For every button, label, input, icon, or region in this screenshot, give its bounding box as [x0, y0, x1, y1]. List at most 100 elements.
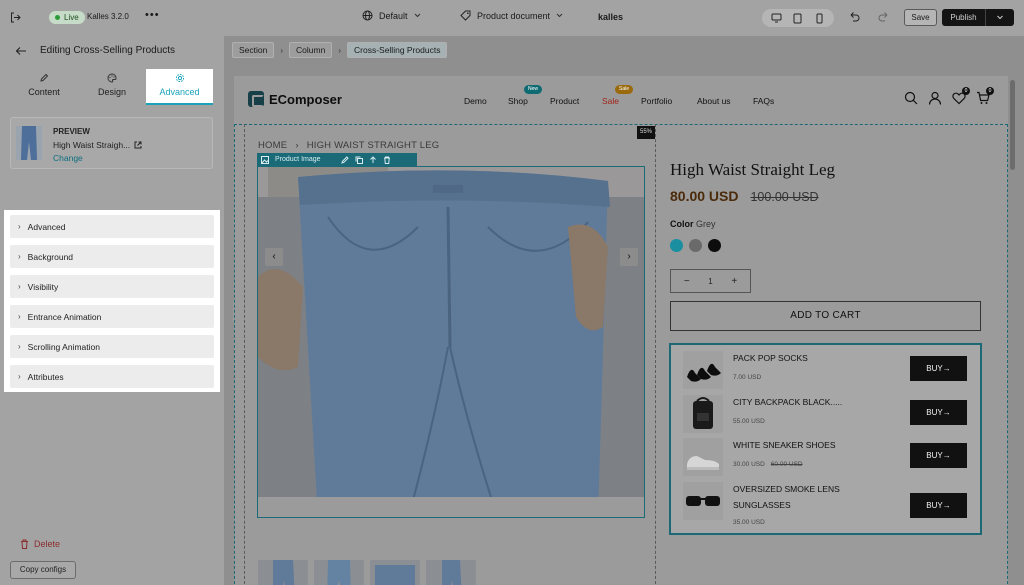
color-option-title: Color: [670, 219, 694, 229]
back-arrow-icon[interactable]: [10, 43, 32, 59]
color-swatch[interactable]: [670, 239, 683, 252]
tab-advanced-label: Advanced: [159, 87, 200, 97]
tab-content[interactable]: Content: [8, 69, 80, 105]
publish-button[interactable]: Publish: [942, 9, 986, 26]
cross-sell-buy-button[interactable]: BUY→: [910, 443, 967, 468]
color-swatch[interactable]: [708, 239, 721, 252]
nav-item-shop-label: Shop: [508, 96, 528, 106]
external-link-icon[interactable]: [134, 141, 142, 149]
accordion-visibility-label: Visibility: [27, 281, 59, 292]
product-thumbnail[interactable]: [258, 560, 308, 585]
breadcrumb-cross-selling[interactable]: Cross-Selling Products: [347, 42, 448, 58]
undo-icon[interactable]: [848, 11, 860, 24]
quantity-increase-button[interactable]: +: [719, 276, 751, 287]
accordion-background[interactable]: › Background: [10, 245, 214, 268]
logo-text: EComposer: [269, 91, 342, 107]
product-thumbnail[interactable]: [370, 560, 420, 585]
product-main-image[interactable]: [257, 166, 645, 518]
layout-selector-label: Default: [379, 10, 408, 21]
canvas-scrollbar-thumb[interactable]: [1010, 80, 1015, 170]
account-icon[interactable]: [928, 91, 942, 105]
cross-sell-buy-button[interactable]: BUY→: [910, 493, 967, 518]
chevron-down-icon: [414, 13, 420, 18]
add-to-cart-button[interactable]: ADD TO CART: [670, 301, 981, 331]
advanced-settings-panel: › Advanced › Background › Visibility › Entra…: [4, 210, 220, 392]
cross-sell-price: 30.00 USD 60.00 USD: [733, 461, 803, 468]
quantity-stepper: − 1 +: [670, 269, 751, 293]
accordion-attributes-label: Attributes: [27, 371, 64, 382]
product-breadcrumb-home[interactable]: HOME: [258, 140, 287, 151]
copy-configs-button[interactable]: Copy configs: [10, 561, 76, 579]
cross-sell-buy-button[interactable]: BUY→: [910, 400, 967, 425]
accordion-attributes[interactable]: › Attributes: [10, 365, 214, 388]
breadcrumb-section[interactable]: Section: [232, 42, 275, 58]
cross-sell-image[interactable]: [683, 438, 723, 476]
search-icon[interactable]: [904, 91, 918, 105]
change-product-link[interactable]: Change: [53, 153, 83, 163]
tab-advanced[interactable]: Advanced: [146, 69, 213, 105]
slider-next-button[interactable]: ›: [620, 248, 638, 266]
column-outline-divider: [655, 124, 656, 585]
product-thumbnail[interactable]: [426, 560, 476, 585]
chevron-right-icon: ›: [18, 222, 21, 231]
exit-icon[interactable]: [10, 12, 21, 23]
nav-item-demo[interactable]: Demo: [464, 96, 487, 106]
more-options-icon[interactable]: •••: [145, 9, 160, 21]
slider-prev-button[interactable]: ‹: [265, 248, 283, 266]
edit-pencil-icon[interactable]: [340, 155, 349, 164]
chevron-right-icon: ›: [18, 372, 21, 381]
nav-item-portfolio[interactable]: Portfolio: [641, 96, 672, 106]
product-preview-card: PREVIEW High Waist Straigh... Change: [10, 117, 213, 169]
delete-element-button[interactable]: Delete: [20, 539, 60, 549]
redo-icon[interactable]: [878, 11, 890, 24]
accordion-advanced[interactable]: › Advanced: [10, 215, 214, 238]
store-logo[interactable]: EComposer: [248, 91, 342, 107]
product-thumbnail[interactable]: [314, 560, 364, 585]
accordion-visibility[interactable]: › Visibility: [10, 275, 214, 298]
cross-sell-name[interactable]: CITY BACKPACK BLACK.....: [733, 394, 883, 410]
tablet-icon[interactable]: [791, 12, 805, 24]
duplicate-icon[interactable]: [355, 156, 363, 164]
cross-sell-buy-button[interactable]: BUY→: [910, 356, 967, 381]
publish-options-chevron-icon[interactable]: [986, 9, 1014, 26]
move-up-icon[interactable]: [369, 155, 377, 164]
layout-selector[interactable]: Default: [362, 10, 421, 21]
quantity-decrease-button[interactable]: −: [671, 276, 703, 287]
cross-sell-name[interactable]: OVERSIZED SMOKE LENS SUNGLASSES: [733, 481, 883, 513]
cross-sell-name[interactable]: WHITE SNEAKER SHOES: [733, 437, 883, 453]
cross-selling-products[interactable]: PACK POP SOCKS 7.00 USD BUY→ CITY BACKPA…: [669, 343, 982, 535]
cross-sell-image[interactable]: [683, 482, 723, 520]
breadcrumb-column[interactable]: Column: [289, 42, 333, 58]
cross-sell-item: PACK POP SOCKS 7.00 USD BUY→: [683, 348, 973, 392]
preview-label: PREVIEW: [53, 127, 90, 136]
nav-item-sale[interactable]: Sale Sale: [602, 85, 634, 106]
accordion-scrolling-animation[interactable]: › Scrolling Animation: [10, 335, 214, 358]
wishlist-heart-icon[interactable]: 0: [952, 87, 970, 105]
accordion-scrolling-animation-label: Scrolling Animation: [27, 341, 100, 352]
store-header: EComposer Demo New Shop Product Sale Sal…: [234, 76, 1008, 122]
preview-product-name: High Waist Straigh...: [53, 140, 142, 150]
nav-item-product[interactable]: Product: [550, 96, 579, 106]
nav-item-faqs[interactable]: FAQs: [753, 96, 774, 106]
cross-sell-price: 55.00 USD: [733, 418, 765, 425]
cross-sell-name[interactable]: PACK POP SOCKS: [733, 350, 883, 366]
wishlist-count: 0: [962, 87, 970, 95]
breadcrumb-separator-icon: ›: [280, 45, 284, 55]
cart-icon[interactable]: 0: [976, 87, 994, 105]
product-breadcrumb-separator-icon: ›: [295, 140, 299, 151]
quantity-value[interactable]: 1: [703, 277, 719, 286]
save-button[interactable]: Save: [904, 9, 937, 26]
chevron-right-icon: ›: [18, 282, 21, 291]
nav-item-about[interactable]: About us: [697, 96, 731, 106]
cross-sell-image[interactable]: [683, 395, 723, 433]
document-selector[interactable]: Product document: [460, 10, 563, 21]
header-icons: 0 0: [904, 87, 994, 105]
mobile-icon[interactable]: [812, 12, 826, 24]
accordion-entrance-animation[interactable]: › Entrance Animation: [10, 305, 214, 328]
desktop-icon[interactable]: [770, 12, 784, 24]
tab-design[interactable]: Design: [77, 69, 147, 105]
trash-icon[interactable]: [383, 156, 391, 164]
cross-sell-image[interactable]: [683, 351, 723, 389]
nav-item-shop[interactable]: New Shop: [508, 85, 543, 106]
color-swatch[interactable]: [689, 239, 702, 252]
